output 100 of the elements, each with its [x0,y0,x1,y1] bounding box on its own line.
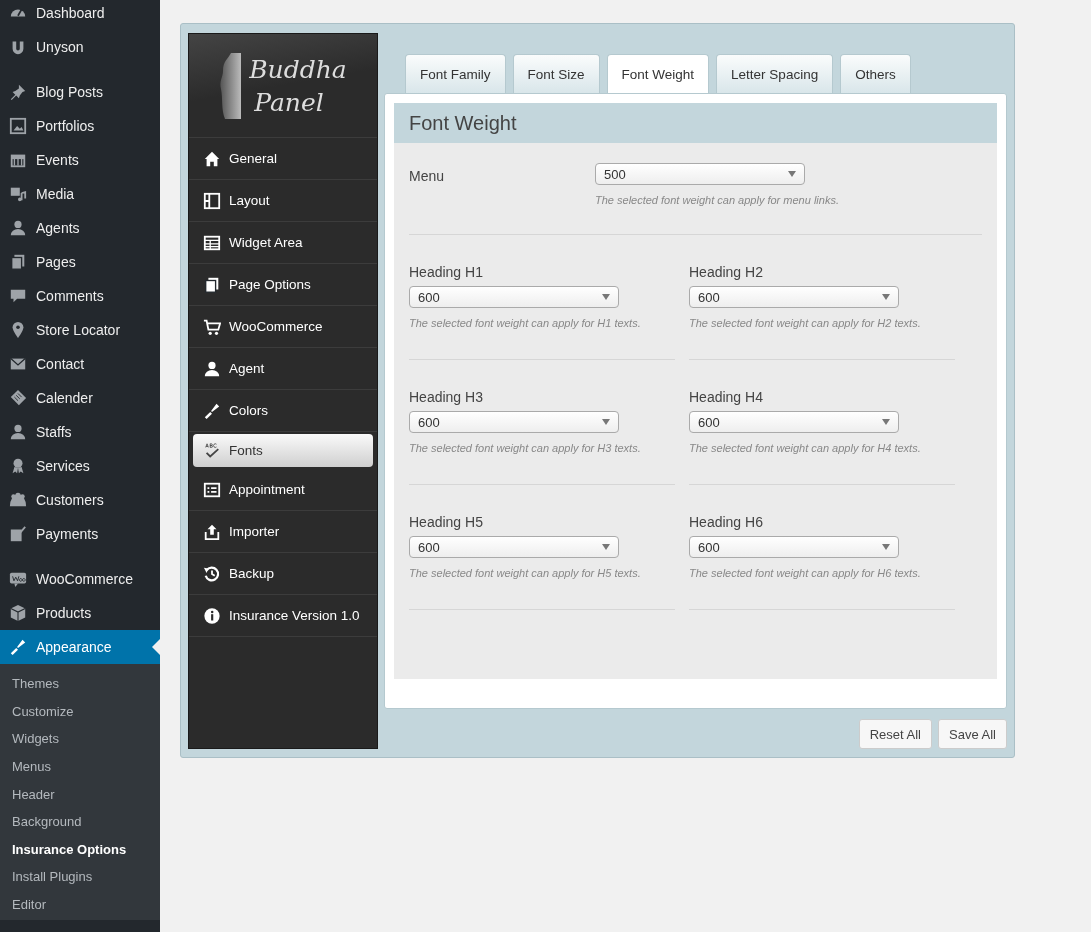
person-icon [9,219,27,237]
field-label: Menu [409,167,446,186]
field-label: Heading H4 [689,389,764,405]
dropdown-select[interactable]: 600 [409,536,619,558]
upload-icon [203,522,221,541]
field-hint: The selected font weight can apply for H3 texts. [409,442,642,454]
pages-icon [203,275,221,294]
tab[interactable]: Font Weight [606,54,710,94]
person-icon [9,423,27,441]
tab[interactable]: Others [840,54,911,93]
dropdown-select[interactable]: 600 [689,286,899,308]
history-icon [203,564,221,583]
options-nav-item[interactable]: WooCommerce [189,306,377,348]
caret-icon [882,294,890,300]
cart-icon [203,317,221,336]
admin-menu-item[interactable]: Events [0,143,160,177]
submenu-item[interactable]: Themes [0,670,160,698]
dropdown-select[interactable]: 600 [409,411,619,433]
pin-icon [9,83,27,101]
options-nav-item[interactable]: Insurance Version 1.0 [189,595,377,637]
admin-menu-item[interactable]: Calender [0,381,160,415]
media-icon [9,185,27,203]
submenu-item[interactable]: Editor [0,890,160,919]
abc-check-icon [203,441,221,460]
caret-icon [602,544,610,550]
field-hint: The selected font weight can apply for H4 texts. [689,442,922,454]
section-title: Font Weight [394,103,997,143]
admin-menu-item[interactable]: Agents [0,211,160,245]
cube-icon [9,604,27,622]
admin-menu-item[interactable]: Services [0,449,160,483]
logo-text: Panel [253,86,325,119]
admin-menu-item[interactable]: Contact [0,347,160,381]
admin-menu-item[interactable]: Dashboard [0,0,160,30]
options-nav-item[interactable]: Colors [189,390,377,432]
layout-icon [203,191,221,210]
field-hint: The selected font weight can apply for H5 texts. [409,567,642,579]
admin-menu-item[interactable]: Unyson [0,30,160,64]
admin-menu-item[interactable]: WooCommerce [0,562,160,596]
field-hint: The selected font weight can apply for H6 texts. [689,567,922,579]
field-label: Heading H5 [409,514,484,530]
caret-icon [788,171,796,177]
tag-icon [9,389,27,407]
field-hint: The selected font weight can apply for menu links. [595,194,839,206]
options-nav-item[interactable]: Backup [189,553,377,595]
form-icon [203,480,221,499]
caret-icon [882,544,890,550]
admin-menu-item[interactable]: Products [0,596,160,630]
options-nav-item[interactable]: Page Options [189,264,377,306]
admin-menu-item[interactable]: Customers [0,483,160,517]
image-icon [9,117,27,135]
options-nav-item[interactable]: Layout [189,180,377,222]
brush-icon [9,638,27,656]
dropdown-select[interactable]: 600 [689,536,899,558]
submenu-item[interactable]: Customize [0,697,160,726]
dropdown-select[interactable]: 600 [409,286,619,308]
admin-menu-item[interactable]: Staffs [0,415,160,449]
pages-icon [9,253,27,271]
action-button[interactable]: Reset All [858,719,932,749]
options-nav-item[interactable]: Fonts [193,434,373,467]
submenu-item[interactable]: Header [0,780,160,808]
admin-menu-item[interactable]: Comments [0,279,160,313]
field-label: Heading H2 [689,264,764,280]
options-nav-item[interactable]: Importer [189,511,377,553]
options-nav-item[interactable]: Appointment [189,469,377,511]
tab[interactable]: Font Size [512,54,600,93]
admin-menu-item[interactable]: Portfolios [0,109,160,143]
caret-icon [882,419,890,425]
options-nav-item[interactable]: General [189,138,377,180]
person-icon [203,359,221,378]
submenu-item[interactable]: Background [0,807,160,836]
table-icon [203,233,221,252]
dropdown-select[interactable]: 500 [595,163,805,185]
field-hint: The selected font weight can apply for H1 texts. [409,317,642,329]
admin-menu-item[interactable]: Pages [0,245,160,279]
admin-menu-item[interactable]: Appearance [0,630,160,664]
admin-menu-item[interactable]: Media [0,177,160,211]
house-icon [203,149,221,168]
field-hint: The selected font weight can apply for H2 texts. [689,317,922,329]
submenu-item[interactable]: Widgets [0,725,160,753]
caret-icon [602,419,610,425]
info-icon [203,606,221,625]
dropdown-select[interactable]: 600 [689,411,899,433]
caret-icon [602,294,610,300]
action-button[interactable]: Save All [938,719,1007,749]
woo-box-icon [9,570,27,588]
submenu-item[interactable]: Install Plugins [0,863,160,891]
tab[interactable]: Letter Spacing [716,54,834,93]
tab[interactable]: Font Family [405,54,506,93]
field-label: Heading H1 [409,264,484,280]
logo-text: Buddha [249,53,347,86]
admin-menu-item[interactable]: Payments [0,517,160,551]
submenu-item[interactable]: Insurance Options [0,835,160,864]
options-nav-item[interactable]: Widget Area [189,222,377,264]
options-nav-item[interactable]: Agent [189,348,377,390]
submenu-item[interactable]: Menus [0,752,160,781]
field-label: Heading H3 [409,389,484,405]
brush-icon [203,401,221,420]
admin-menu-item[interactable]: Store Locator [0,313,160,347]
admin-menu-item[interactable]: Blog Posts [0,75,160,109]
statue-silhouette-icon [219,52,242,119]
